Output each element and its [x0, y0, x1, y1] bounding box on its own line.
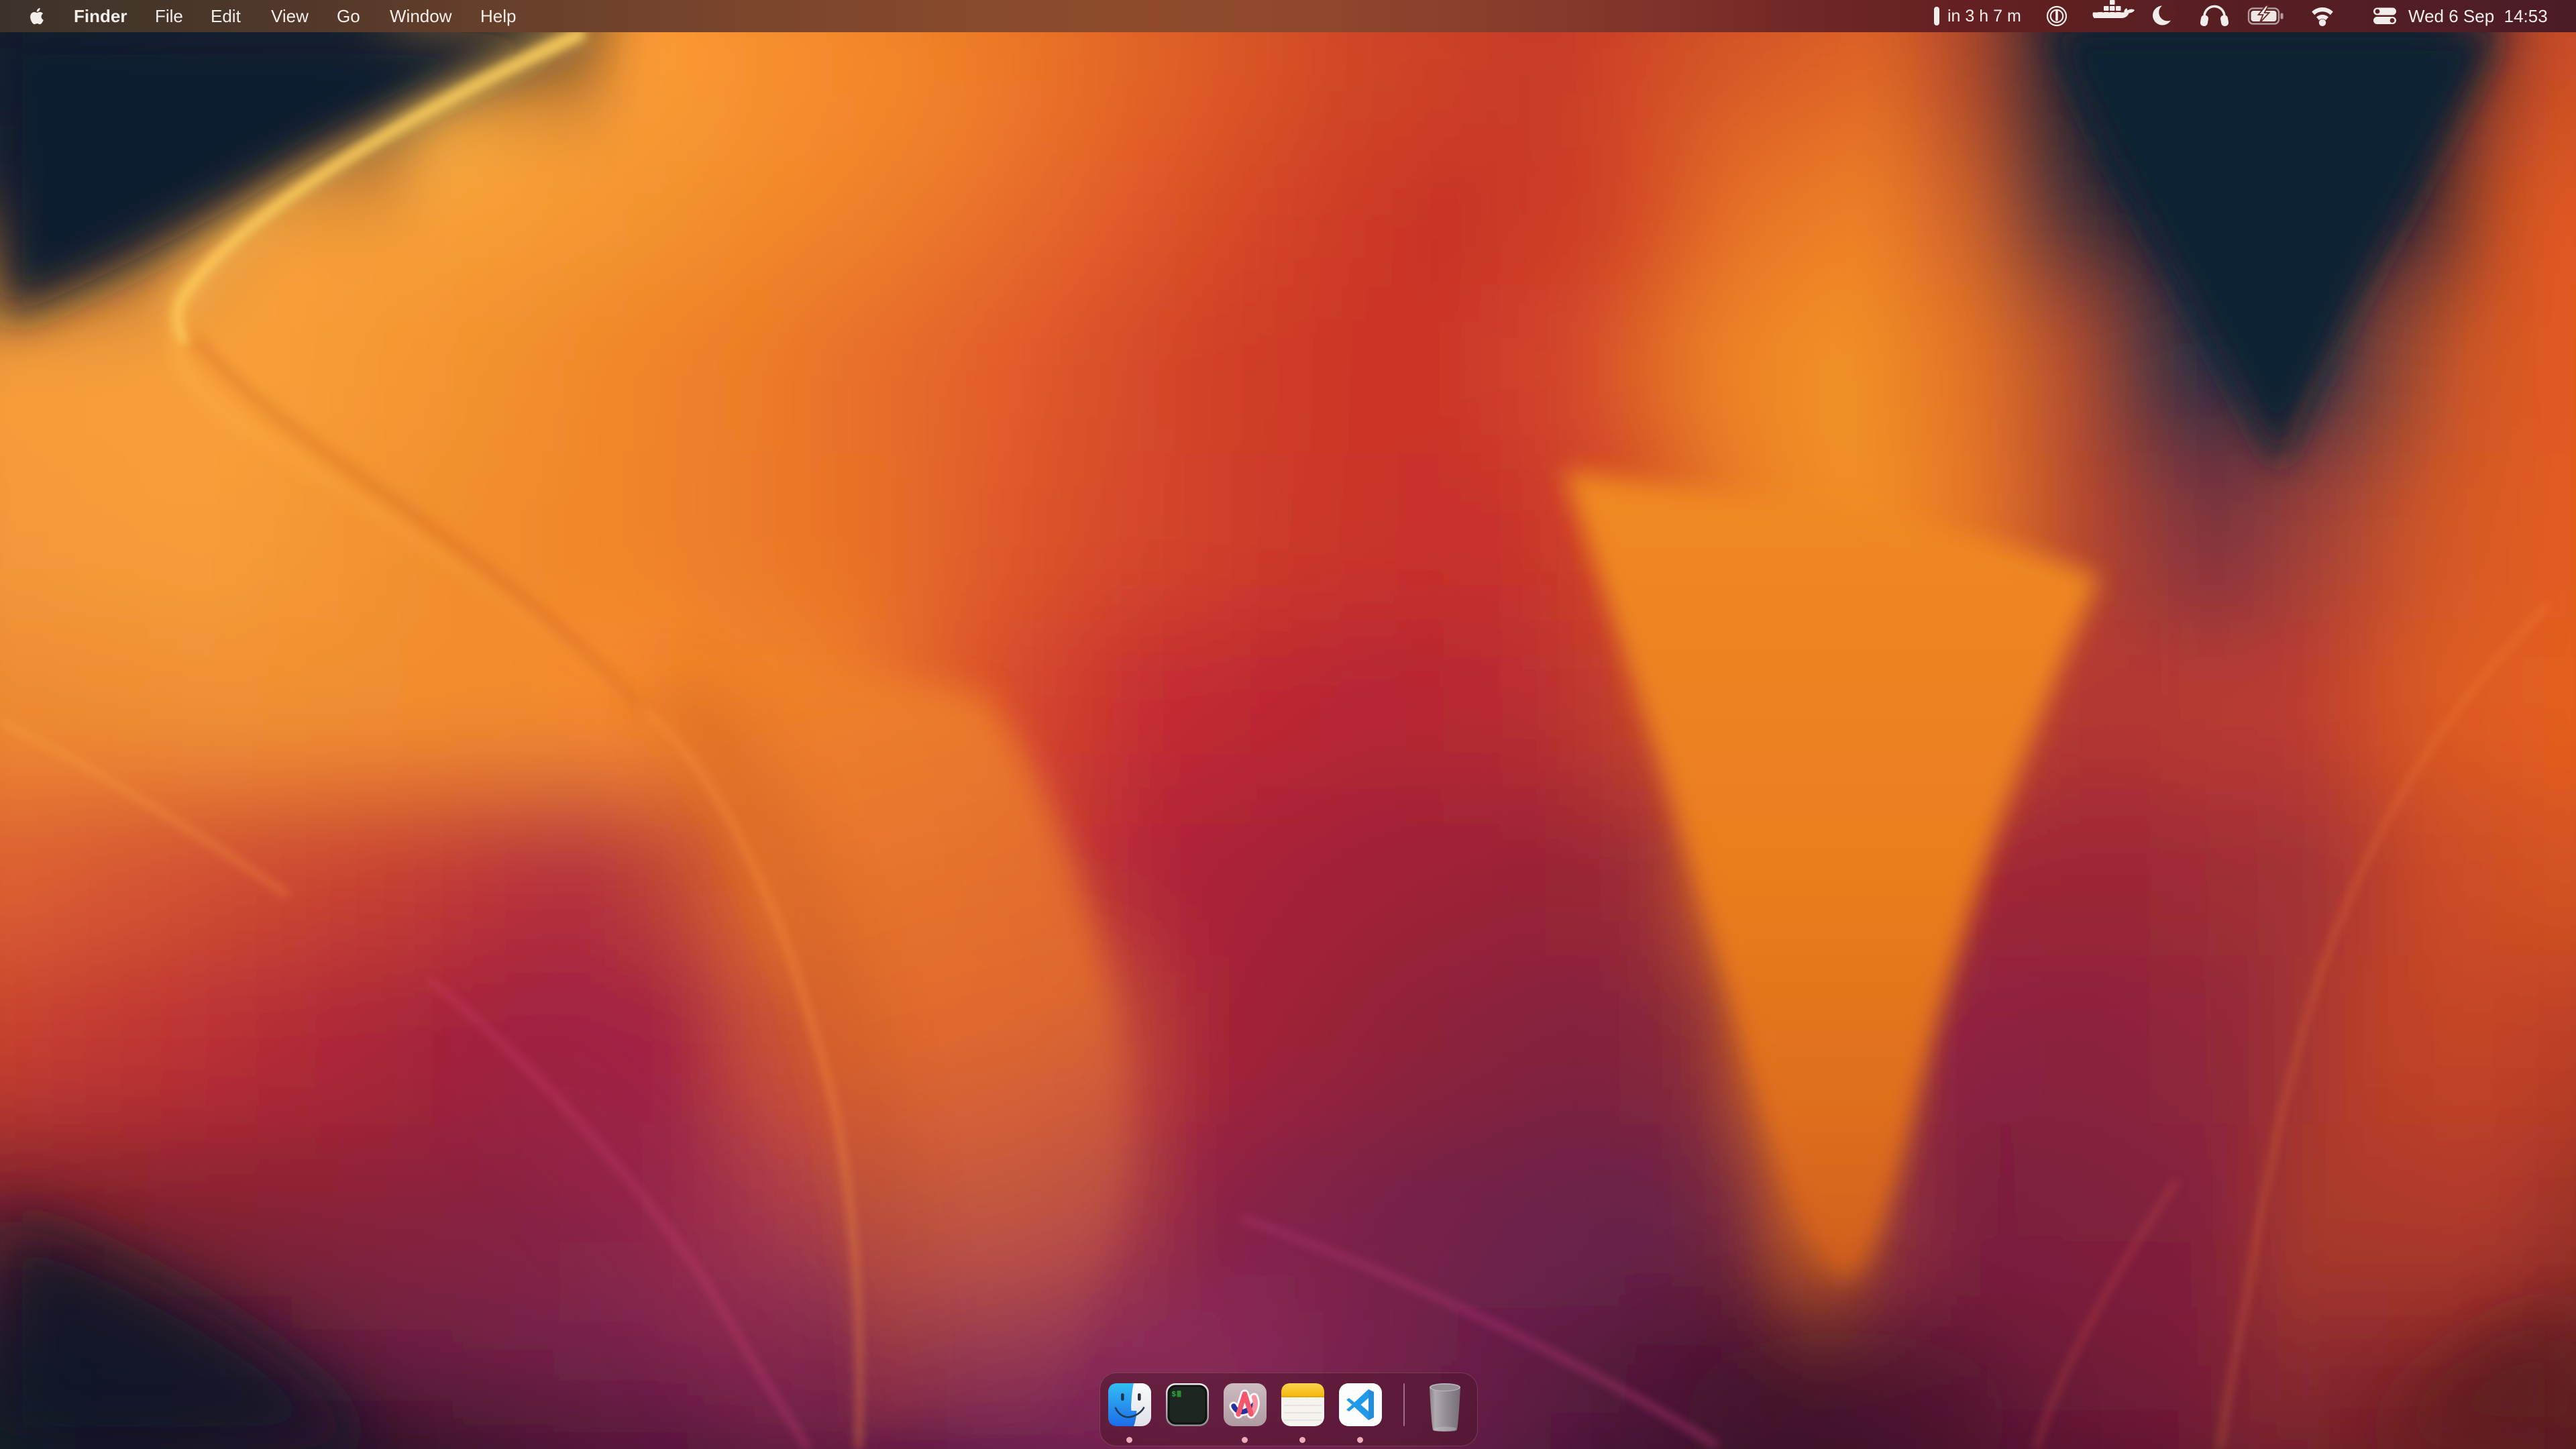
svg-text:$: $ [1172, 1391, 1177, 1399]
